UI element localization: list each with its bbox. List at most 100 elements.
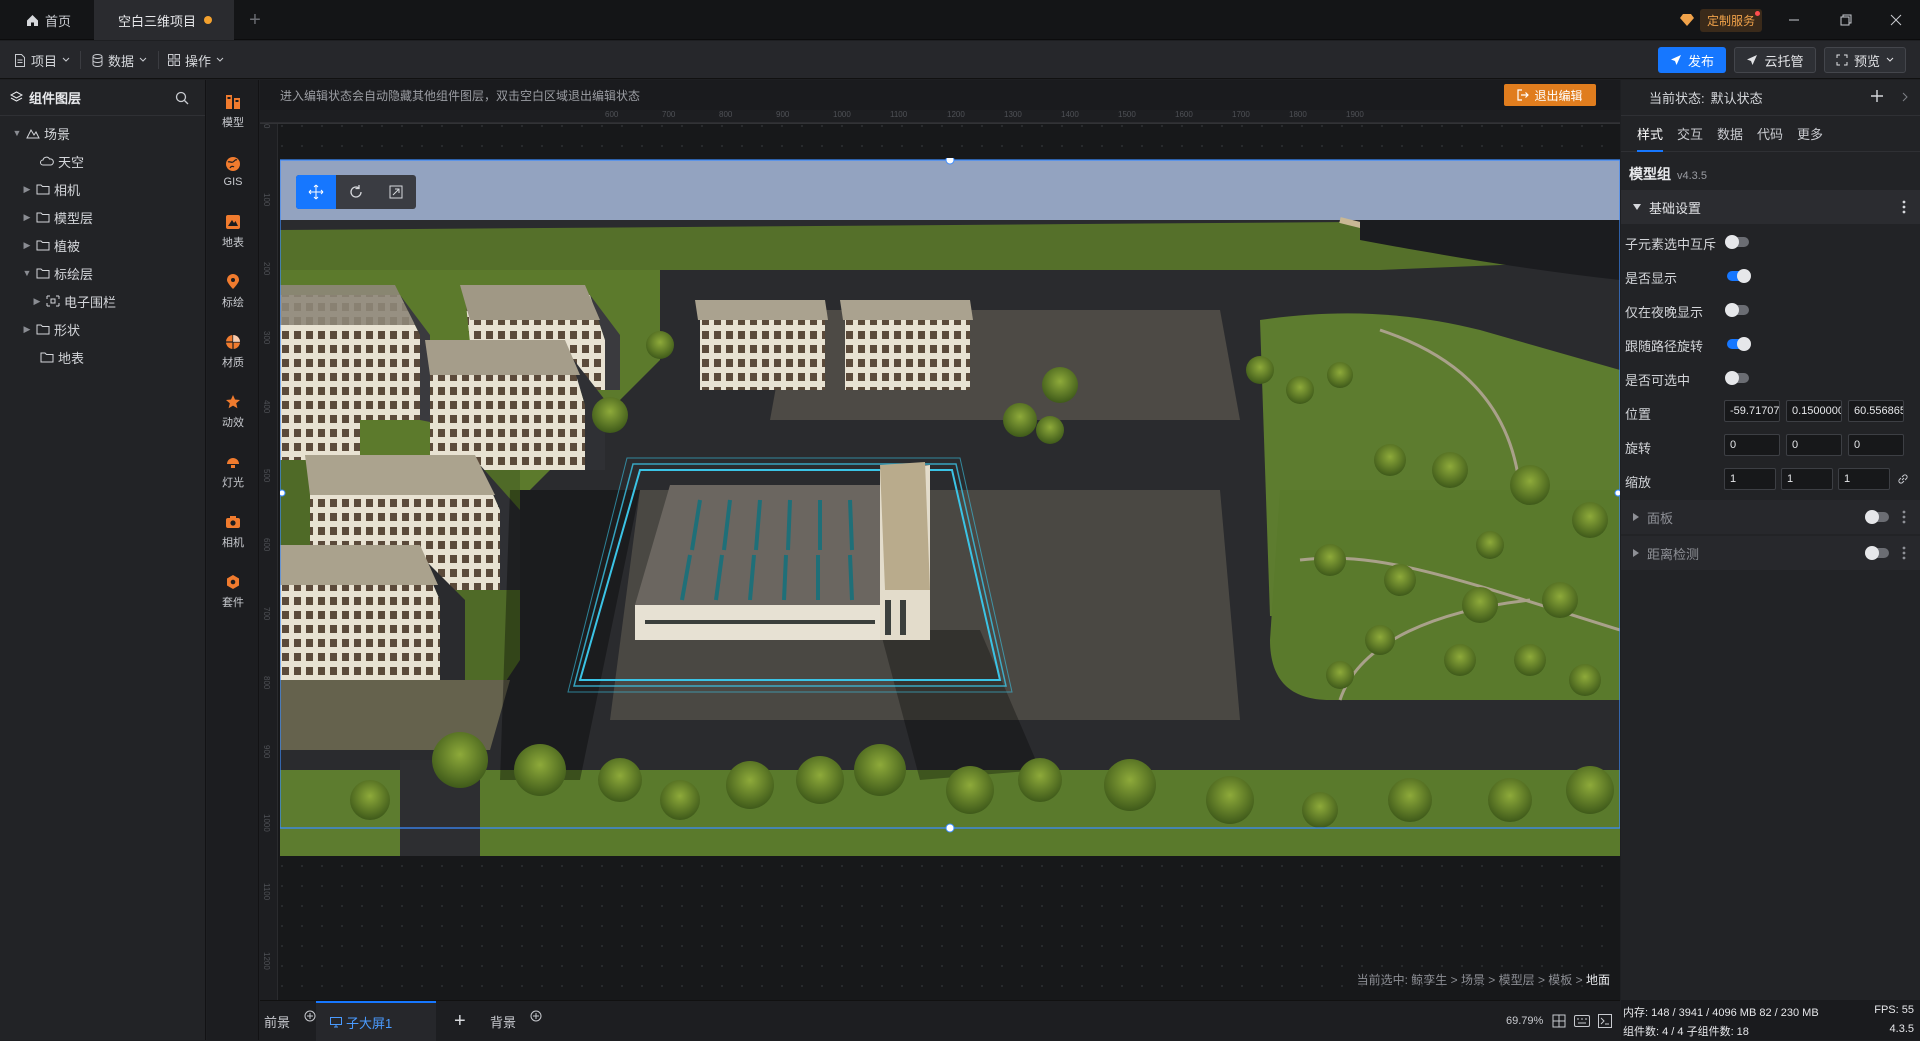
tool-light[interactable]: 灯光 bbox=[207, 444, 259, 500]
caret-right-icon[interactable]: ▶ bbox=[22, 212, 32, 223]
position-x-input[interactable]: -59.717079 bbox=[1724, 400, 1780, 422]
fit-screen-icon[interactable] bbox=[1552, 1014, 1566, 1028]
zoom-level[interactable]: 69.79% bbox=[1506, 1015, 1543, 1027]
toggle-visible[interactable] bbox=[1727, 269, 1751, 283]
tool-kit[interactable]: 套件 bbox=[207, 564, 259, 620]
menu-project[interactable]: 项目 bbox=[14, 50, 70, 70]
chevron-down-icon bbox=[1886, 57, 1894, 63]
position-y-input[interactable]: 0.1500000 bbox=[1786, 400, 1842, 422]
scale-tool-button[interactable] bbox=[376, 175, 416, 209]
tree-item-scene[interactable]: ▼ 场景 bbox=[12, 120, 70, 146]
cloud-hosting-button[interactable]: 云托管 bbox=[1734, 47, 1816, 73]
ruler-tick-label: 500 bbox=[262, 469, 271, 483]
toggle-distance[interactable] bbox=[1865, 546, 1889, 560]
tree-item-fence[interactable]: ▶ 电子围栏 bbox=[32, 288, 116, 314]
chevron-down-icon bbox=[139, 57, 147, 63]
preview-button[interactable]: 预览 bbox=[1824, 47, 1906, 73]
toggle-child-exclusive[interactable] bbox=[1725, 235, 1749, 249]
publish-button[interactable]: 发布 bbox=[1658, 47, 1726, 73]
tab-code[interactable]: 代码 bbox=[1757, 124, 1783, 152]
menu-operate[interactable]: 操作 bbox=[168, 50, 224, 70]
tab-home[interactable]: 首页 bbox=[0, 0, 94, 40]
rotation-y-input[interactable]: 0 bbox=[1786, 434, 1842, 456]
custom-service-button[interactable]: 定制服务 bbox=[1680, 8, 1763, 32]
tab-style[interactable]: 样式 bbox=[1637, 124, 1664, 152]
more-vertical-icon[interactable] bbox=[1902, 200, 1906, 214]
tool-gis[interactable]: GIS bbox=[207, 144, 259, 200]
tab-sub-screen[interactable]: 子大屏1 bbox=[316, 1001, 436, 1041]
add-state-icon[interactable] bbox=[1870, 89, 1884, 103]
tab-interaction[interactable]: 交互 bbox=[1677, 124, 1703, 152]
tree-item-camera[interactable]: ▶ 相机 bbox=[22, 176, 80, 202]
toggle-follow-path[interactable] bbox=[1727, 337, 1751, 351]
more-vertical-icon[interactable] bbox=[1902, 546, 1906, 560]
toggle-selectable[interactable] bbox=[1725, 371, 1749, 385]
close-button[interactable] bbox=[1872, 0, 1920, 40]
tab-background[interactable]: 背景 bbox=[490, 1001, 542, 1041]
minimize-button[interactable] bbox=[1770, 0, 1818, 40]
caret-right-icon[interactable]: ▶ bbox=[22, 324, 32, 335]
tool-material[interactable]: 材质 bbox=[207, 324, 259, 380]
toggle-night-only[interactable] bbox=[1725, 303, 1749, 317]
tree-item-sky[interactable]: 天空 bbox=[26, 148, 84, 174]
chevron-right-icon[interactable] bbox=[1902, 92, 1908, 102]
add-circle-icon[interactable] bbox=[530, 1010, 542, 1022]
scene-viewport[interactable] bbox=[280, 160, 1620, 856]
caret-down-icon[interactable]: ▼ bbox=[12, 128, 22, 138]
restore-button[interactable] bbox=[1822, 0, 1870, 40]
search-icon[interactable] bbox=[175, 91, 189, 105]
ruler-tick-label: 1000 bbox=[262, 814, 271, 832]
exit-edit-button[interactable]: 退出编辑 bbox=[1504, 84, 1596, 106]
state-value[interactable]: 默认状态 bbox=[1711, 88, 1763, 107]
scale-x-input[interactable]: 1 bbox=[1724, 468, 1776, 490]
add-screen-button[interactable]: + bbox=[454, 1001, 466, 1041]
scale-z-input[interactable]: 1 bbox=[1838, 468, 1890, 490]
move-tool-button[interactable] bbox=[296, 175, 336, 209]
position-z-input[interactable]: 60.556865 bbox=[1848, 400, 1904, 422]
move-icon bbox=[308, 184, 324, 200]
prop-label: 仅在夜晚显示 bbox=[1625, 305, 1704, 320]
section-panel[interactable]: 面板 bbox=[1621, 500, 1920, 534]
tree-item-shape[interactable]: ▶ 形状 bbox=[22, 316, 80, 342]
toggle-panel[interactable] bbox=[1865, 510, 1889, 524]
tool-label: 材质 bbox=[222, 357, 244, 369]
more-vertical-icon[interactable] bbox=[1902, 510, 1906, 524]
add-circle-icon[interactable] bbox=[304, 1010, 316, 1022]
tool-animation[interactable]: 动效 bbox=[207, 384, 259, 440]
tab-data[interactable]: 数据 bbox=[1717, 124, 1743, 152]
tree-item-ground[interactable]: 地表 bbox=[26, 344, 84, 370]
section-distance-detection[interactable]: 距离检测 bbox=[1621, 536, 1920, 570]
breadcrumb-path[interactable]: 鲸孪生 > 场景 > 模型层 > 模板 > bbox=[1411, 973, 1582, 987]
tool-camera[interactable]: 相机 bbox=[207, 504, 259, 560]
caret-right-icon[interactable]: ▶ bbox=[22, 240, 32, 251]
tree-item-model-layer[interactable]: ▶ 模型层 bbox=[22, 204, 93, 230]
tool-terrain[interactable]: 地表 bbox=[207, 204, 259, 260]
caret-right-icon[interactable]: ▶ bbox=[32, 296, 42, 307]
keyboard-icon[interactable] bbox=[1574, 1015, 1590, 1027]
menu-data[interactable]: 数据 bbox=[92, 50, 147, 70]
tab-more[interactable]: 更多 bbox=[1797, 124, 1823, 152]
link-icon[interactable] bbox=[1897, 473, 1909, 485]
tool-plot[interactable]: 标绘 bbox=[207, 264, 259, 320]
tool-model[interactable]: 模型 bbox=[207, 84, 259, 140]
tree-item-vegetation[interactable]: ▶ 植被 bbox=[22, 232, 80, 258]
tab-foreground[interactable]: 前景 bbox=[264, 1001, 316, 1041]
terminal-icon[interactable] bbox=[1598, 1014, 1612, 1028]
rotation-x-input[interactable]: 0 bbox=[1724, 434, 1780, 456]
tree-item-plot-layer[interactable]: ▼ 标绘层 bbox=[22, 260, 93, 286]
add-tab-button[interactable]: + bbox=[240, 0, 270, 40]
caret-right-icon[interactable]: ▶ bbox=[22, 184, 32, 195]
memory-status: 内存: 148 / 3941 / 4096 MB 82 / 230 MB bbox=[1623, 1007, 1819, 1019]
rotate-tool-button[interactable] bbox=[336, 175, 376, 209]
ruler-tick-label: 600 bbox=[605, 110, 619, 119]
ruler-tick-label: 1000 bbox=[833, 110, 851, 119]
tab-project[interactable]: 空白三维项目 bbox=[94, 0, 234, 40]
editor-canvas[interactable]: 进入编辑状态会自动隐藏其他组件图层，双击空白区域退出编辑状态 600 700 800… bbox=[260, 80, 1620, 1000]
position-label: 位置 bbox=[1625, 407, 1652, 422]
rotation-z-input[interactable]: 0 bbox=[1848, 434, 1904, 456]
caret-down-icon[interactable]: ▼ bbox=[22, 268, 32, 278]
prop-label: 跟随路径旋转 bbox=[1625, 339, 1704, 354]
section-basic-settings[interactable]: 基础设置 bbox=[1621, 190, 1920, 224]
chevron-down-icon bbox=[62, 57, 70, 63]
scale-y-input[interactable]: 1 bbox=[1781, 468, 1833, 490]
